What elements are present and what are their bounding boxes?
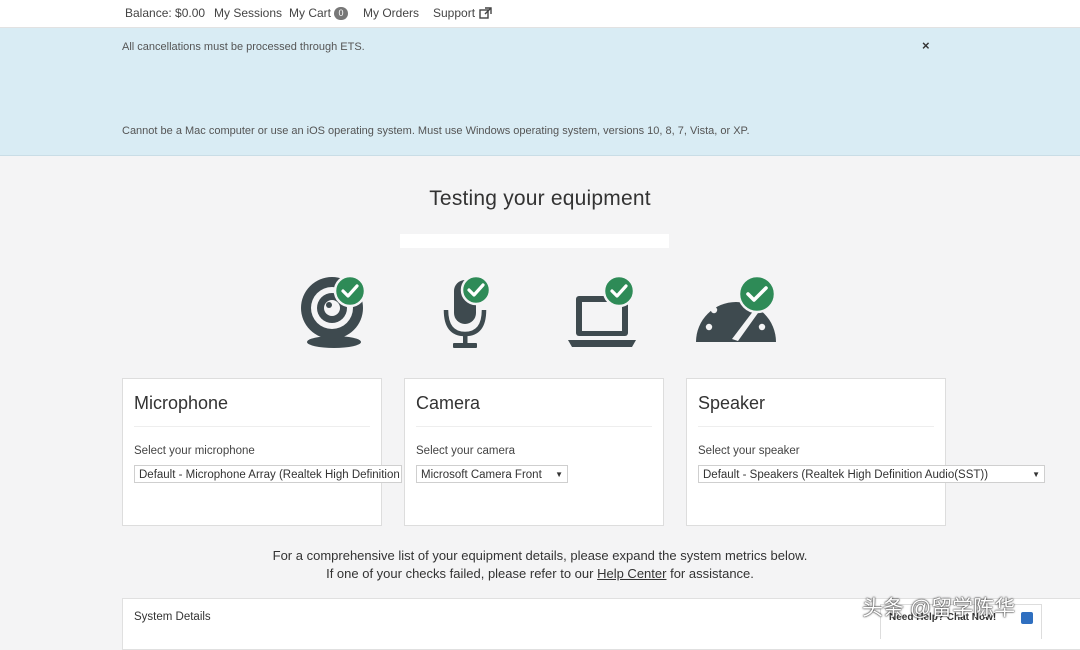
webcam-check-icon (333, 274, 367, 308)
my-orders-link[interactable]: My Orders (363, 6, 419, 20)
microphone-icon (438, 272, 498, 355)
help-center-link[interactable]: Help Center (597, 566, 666, 581)
help-center-text: If one of your checks failed, please ref… (0, 566, 1080, 581)
microphone-select[interactable]: Default - Microphone Array (Realtek High… (134, 465, 402, 483)
system-details-title: System Details (134, 611, 211, 623)
support-label: Support (433, 6, 476, 20)
test-progress-fill (400, 234, 669, 248)
camera-card: Camera Select your camera Microsoft Came… (404, 378, 664, 526)
camera-selected-value: Microsoft Camera Front (421, 469, 542, 481)
speaker-card: Speaker Select your speaker Default - Sp… (686, 378, 1045, 526)
speaker-card-title: Speaker (698, 393, 766, 413)
speaker-selected-value: Default - Speakers (Realtek High Definit… (703, 469, 989, 481)
chat-now-label: Need Help? Chat Now! (889, 612, 997, 623)
camera-select[interactable]: Microsoft Camera Front ▼ (416, 465, 568, 483)
alert-cancellation-text: All cancellations must be processed thro… (122, 41, 365, 53)
top-navigation: Balance: $0.00 My Sessions My Cart 0 My O… (0, 0, 1080, 28)
speaker-select-label: Select your speaker (698, 445, 800, 457)
support-link[interactable]: Support (433, 6, 492, 22)
microphone-check-icon (460, 274, 492, 306)
speaker-select[interactable]: Default - Speakers (Realtek High Definit… (698, 465, 1045, 483)
chat-icon (1021, 612, 1033, 624)
alert-os-requirement-text: Cannot be a Mac computer or use an iOS o… (122, 125, 750, 137)
microphone-selected-value: Default - Microphone Array (Realtek High… (139, 469, 400, 481)
microphone-select-label: Select your microphone (134, 445, 255, 457)
my-cart-label: My Cart (289, 6, 331, 20)
info-alert: All cancellations must be processed thro… (0, 28, 1080, 156)
gauge-check-icon (737, 274, 777, 314)
my-cart-link[interactable]: My Cart 0 (289, 6, 348, 20)
test-progress-bar (400, 234, 669, 248)
external-link-icon (479, 7, 492, 22)
camera-card-title: Camera (416, 393, 481, 413)
laptop-check-icon (602, 274, 636, 308)
dropdown-arrow-icon: ▼ (555, 470, 563, 479)
divider (416, 426, 652, 427)
help-text-before: If one of your checks failed, please ref… (326, 566, 594, 581)
page-title: Testing your equipment (429, 187, 651, 210)
my-sessions-link[interactable]: My Sessions (214, 6, 282, 20)
microphone-card: Microphone Select your microphone Defaul… (122, 378, 402, 526)
dropdown-arrow-icon: ▼ (1032, 470, 1040, 479)
camera-select-label: Select your camera (416, 445, 516, 457)
divider (698, 426, 934, 427)
balance-link[interactable]: Balance: $0.00 (125, 6, 205, 20)
chat-widget[interactable]: Need Help? Chat Now! (880, 604, 1042, 639)
microphone-card-title: Microphone (134, 393, 229, 413)
webcam-icon (298, 272, 370, 355)
cart-count-badge: 0 (334, 7, 348, 20)
laptop-icon (566, 272, 638, 355)
divider (134, 426, 370, 427)
close-alert-button[interactable]: × (922, 38, 930, 53)
help-text-after: for assistance. (670, 566, 754, 581)
speed-gauge-icon (692, 272, 782, 355)
equipment-details-text: For a comprehensive list of your equipme… (272, 548, 808, 563)
